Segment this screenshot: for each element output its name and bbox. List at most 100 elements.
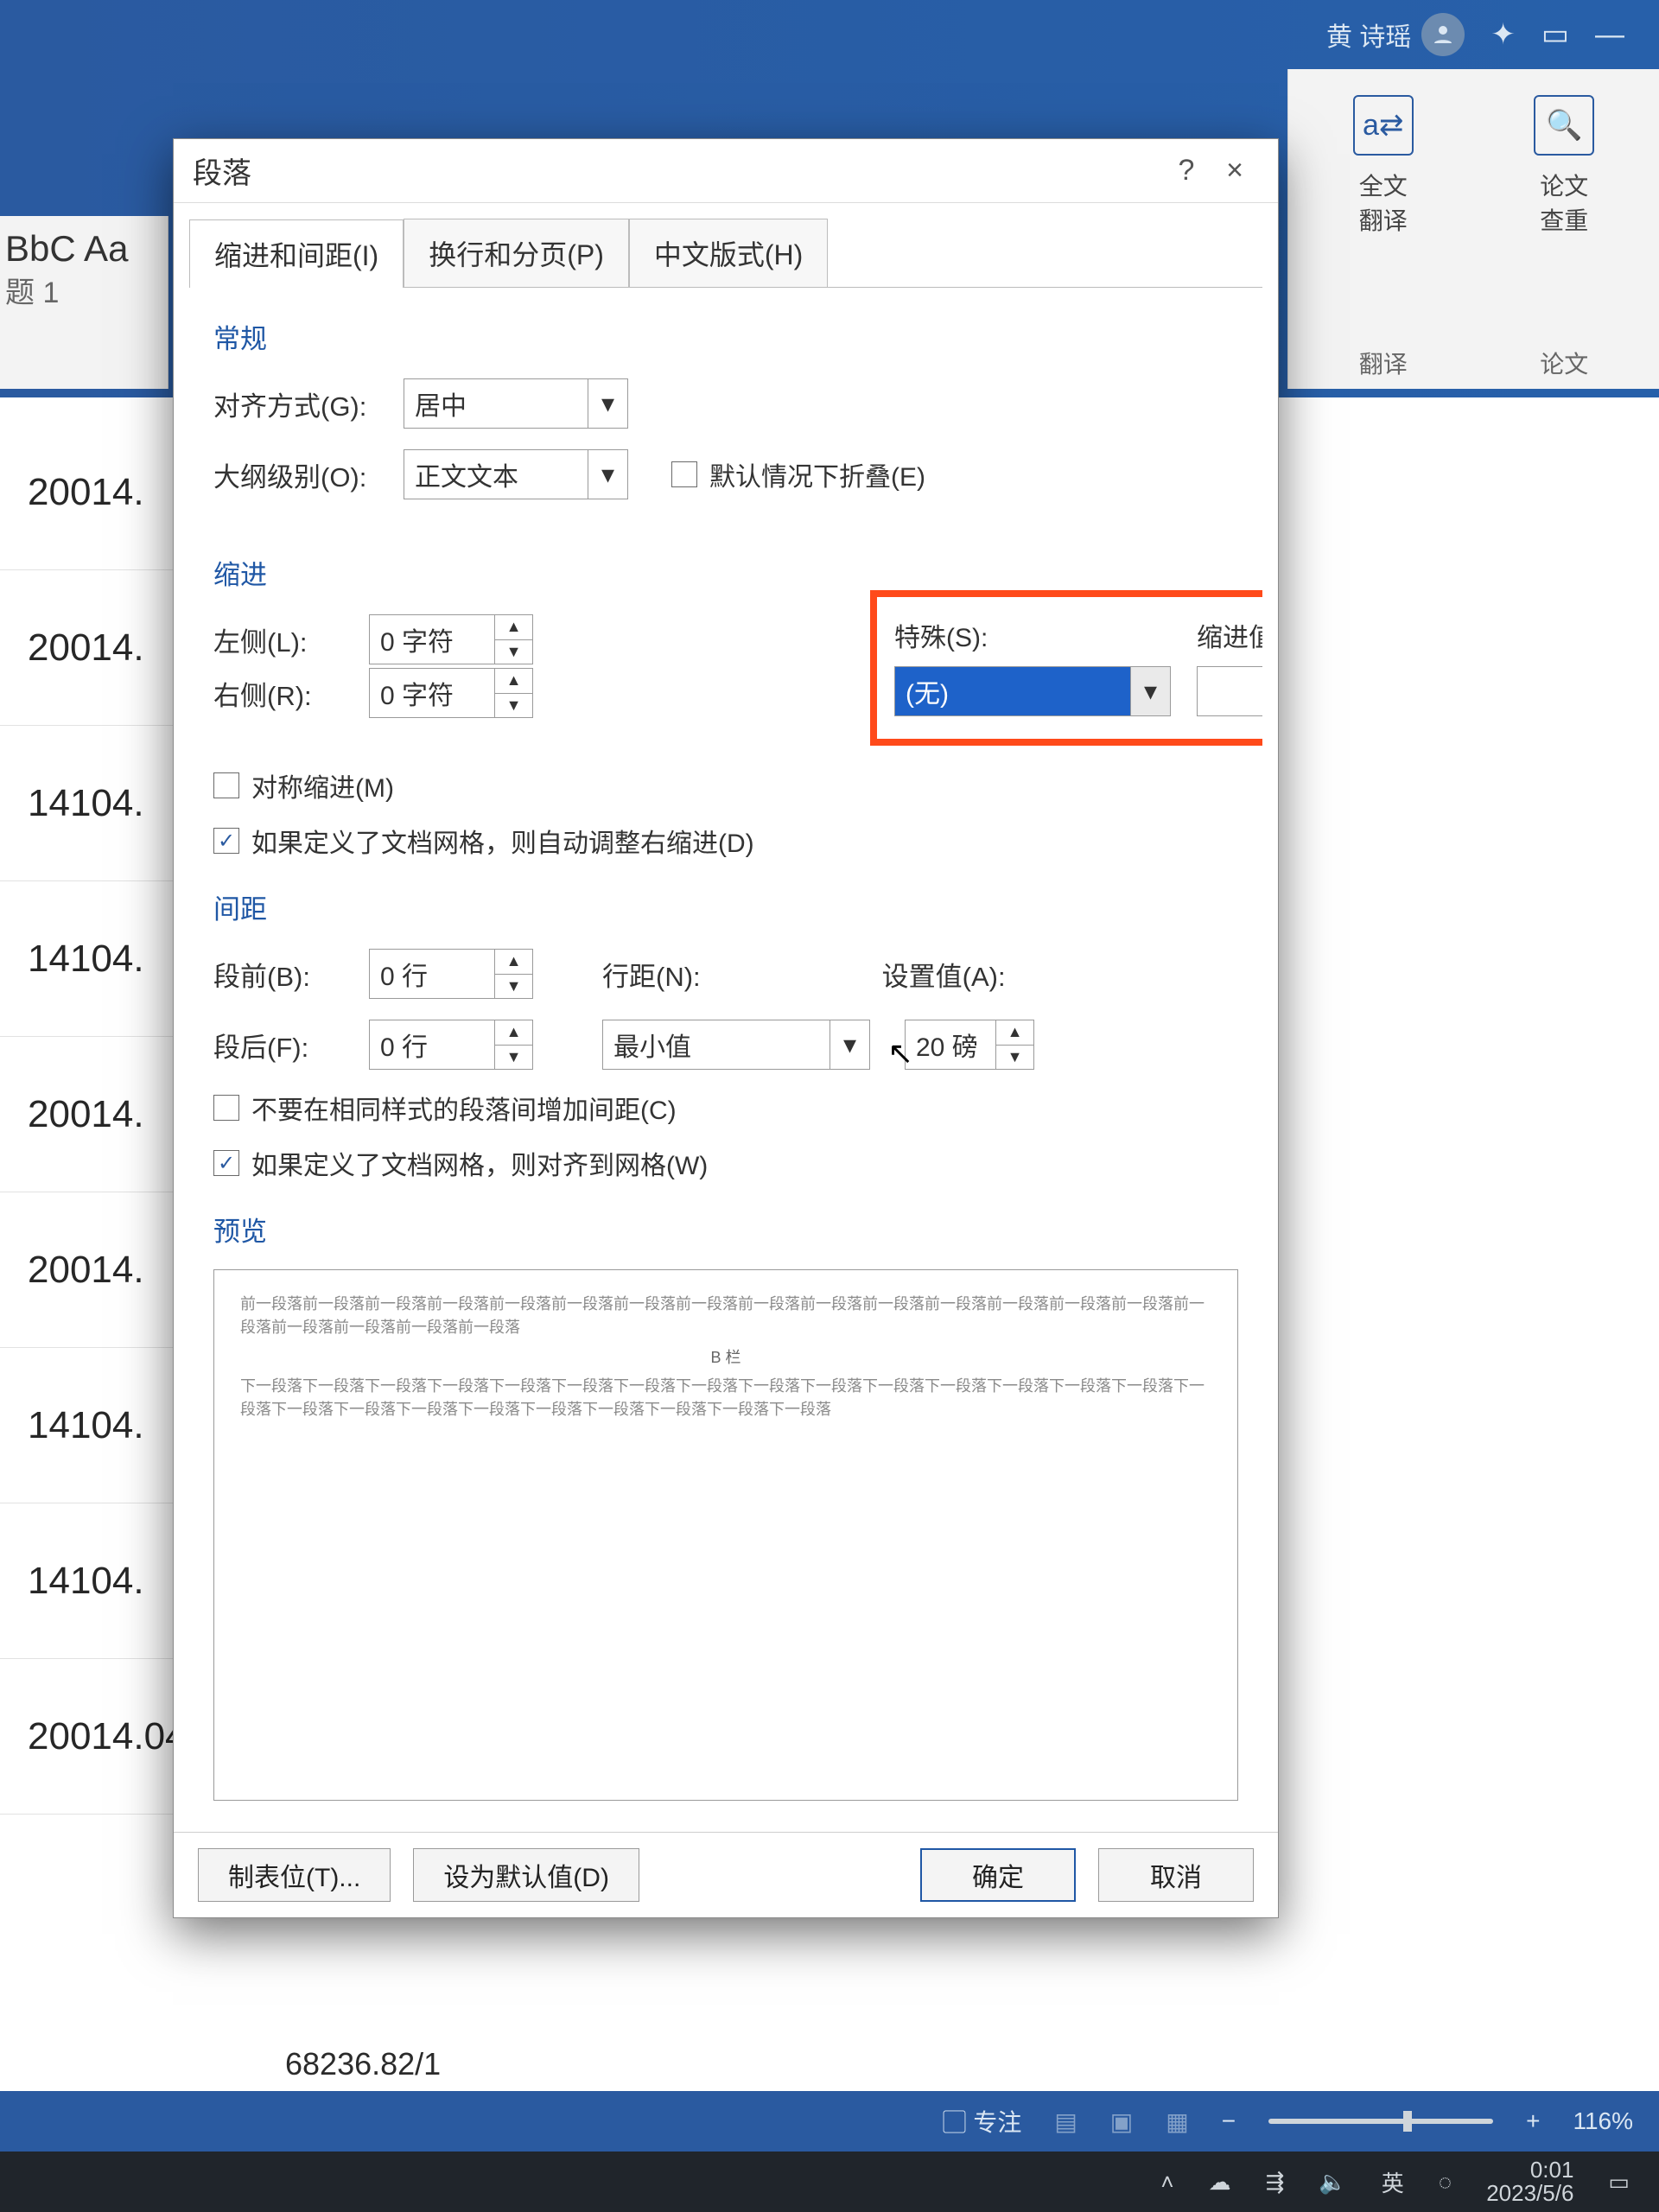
chevron-down-icon: ▾ — [830, 1020, 869, 1069]
tab-line-page-breaks[interactable]: 换行和分页(P) — [404, 219, 629, 287]
set-default-button[interactable]: 设为默认值(D) — [413, 1848, 639, 1902]
section-preview: 预览 — [213, 1210, 1238, 1249]
checkbox-icon — [671, 461, 697, 487]
status-bar: ▢ 专注 ▤ ▣ ▦ − + 116% — [0, 2091, 1659, 2152]
mirror-indent-checkbox[interactable]: 对称缩进(M) — [213, 766, 1238, 804]
clock-date: 2023/5/6 — [1486, 2182, 1573, 2205]
space-before-value: 0 行 — [370, 950, 494, 998]
collapse-checkbox[interactable]: 默认情况下折叠(E) — [671, 455, 925, 493]
window-layout-icon[interactable]: ▭ — [1541, 17, 1569, 52]
ribbon-right: a⇄ 全文 翻译 翻译 🔍 论文 查重 论文 — [1287, 69, 1659, 389]
space-after-spinner[interactable]: 0 行 ▲▼ — [369, 1020, 533, 1070]
cancel-button[interactable]: 取消 — [1098, 1848, 1254, 1902]
tray-cloud-icon[interactable]: ☁ — [1209, 2169, 1231, 2196]
spinner-down-icon[interactable]: ▼ — [495, 694, 532, 718]
zoom-level[interactable]: 116% — [1573, 2107, 1633, 2135]
outline-select[interactable]: 正文文本 ▾ — [404, 449, 628, 499]
table-row[interactable]: 20014.04 — [0, 1659, 173, 1815]
dialog-panel: 常规 对齐方式(G): 居中 ▾ 大纲级别(O): 正文文本 ▾ 默认情况下折叠… — [189, 287, 1262, 1816]
at-value: 20 磅 — [906, 1020, 995, 1069]
tray-chevron-icon[interactable]: ˄ — [1160, 2169, 1173, 2196]
outline-label: 大纲级别(O): — [213, 455, 386, 494]
zoom-out-button[interactable]: − — [1222, 2107, 1236, 2135]
zoom-slider[interactable] — [1268, 2119, 1493, 2124]
indent-left-value: 0 字符 — [370, 615, 494, 664]
table-row[interactable]: 20014. — [0, 570, 173, 726]
minimize-icon[interactable]: — — [1595, 18, 1624, 52]
checkbox-checked-icon — [213, 828, 239, 854]
taskbar: ˄ ☁ ⇶ 🔈 英 ◌ 0:01 2023/5/6 ▭ — [0, 2152, 1659, 2212]
no-same-style-space-checkbox[interactable]: 不要在相同样式的段落间增加间距(C) — [213, 1089, 1238, 1127]
style-sample: BbC Aa — [5, 225, 168, 274]
indent-left-spinner[interactable]: 0 字符 ▲▼ — [369, 614, 533, 664]
tray-wifi-icon[interactable]: ⇶ — [1266, 2169, 1285, 2196]
view-print-icon[interactable]: ▤ — [1054, 2107, 1077, 2136]
table-row[interactable]: 14104. — [0, 1348, 173, 1503]
taskbar-clock[interactable]: 0:01 2023/5/6 — [1486, 2158, 1573, 2206]
grid-indent-checkbox[interactable]: 如果定义了文档网格，则自动调整右缩进(D) — [213, 822, 1238, 860]
spinner-up-icon[interactable]: ▲ — [495, 615, 532, 640]
tab-indent-spacing[interactable]: 缩进和间距(I) — [189, 219, 404, 288]
special-value: (无) — [906, 672, 949, 710]
help-button[interactable]: ? — [1162, 154, 1211, 188]
tab-asian-typography[interactable]: 中文版式(H) — [629, 219, 828, 287]
spinner-down-icon[interactable]: ▼ — [996, 1046, 1033, 1070]
special-select[interactable]: (无) ▾ — [894, 666, 1171, 716]
notifications-icon[interactable]: ▭ — [1608, 2169, 1630, 2196]
spinner-down-icon[interactable]: ▼ — [495, 640, 532, 664]
checkbox-icon — [213, 772, 239, 798]
spinner-up-icon[interactable]: ▲ — [996, 1020, 1033, 1046]
style-name: 题 1 — [5, 274, 168, 314]
spinner-up-icon[interactable]: ▲ — [495, 669, 532, 694]
titlebar: 黄 诗瑶 ✦ ▭ — — [0, 0, 1659, 69]
account-button[interactable]: 黄 诗瑶 — [1326, 13, 1465, 56]
tray-volume-icon[interactable]: 🔈 — [1319, 2169, 1346, 2196]
sum-value: 68236.82/1 — [285, 2046, 441, 2082]
translate-button[interactable]: a⇄ 全文 翻译 翻译 — [1297, 95, 1470, 380]
alignment-select[interactable]: 居中 ▾ — [404, 378, 628, 429]
at-spinner[interactable]: 20 磅 ▲▼ — [905, 1020, 1034, 1070]
grid-align-checkbox[interactable]: 如果定义了文档网格，则对齐到网格(W) — [213, 1144, 1238, 1182]
line-spacing-select[interactable]: 最小值 ▾ — [602, 1020, 870, 1070]
megaphone-icon[interactable]: ✦ — [1491, 17, 1516, 52]
indent-by-spinner[interactable]: ▲▼ — [1197, 666, 1262, 716]
alignment-value: 居中 — [415, 385, 467, 423]
table-row[interactable]: 14104. — [0, 881, 173, 1037]
plagiarism-button[interactable]: 🔍 论文 查重 论文 — [1478, 95, 1651, 380]
view-web-icon[interactable]: ▦ — [1166, 2107, 1188, 2136]
space-before-spinner[interactable]: 0 行 ▲▼ — [369, 949, 533, 999]
plagiarism-label: 论文 查重 — [1540, 168, 1588, 237]
spinner-up-icon[interactable]: ▲ — [495, 1020, 532, 1046]
ribbon-group-paper: 论文 — [1540, 346, 1588, 380]
plagiarism-icon: 🔍 — [1534, 95, 1594, 156]
close-button[interactable]: × — [1211, 154, 1259, 188]
tray-ime-icon[interactable]: 英 — [1382, 2166, 1404, 2198]
focus-mode-button[interactable]: ▢ 专注 — [943, 2104, 1022, 2139]
table-row[interactable]: 20014. — [0, 1037, 173, 1192]
tray-chat-icon[interactable]: ◌ — [1439, 2169, 1452, 2196]
spinner-down-icon[interactable]: ▼ — [495, 1046, 532, 1070]
table-row[interactable]: 20014. — [0, 1192, 173, 1348]
at-label: 设置值(A): — [882, 955, 1006, 994]
table-row[interactable]: 14104. — [0, 1503, 173, 1659]
space-after-value: 0 行 — [370, 1020, 494, 1069]
collapse-label: 默认情况下折叠(E) — [709, 455, 925, 493]
spinner-down-icon[interactable]: ▼ — [495, 975, 532, 999]
zoom-in-button[interactable]: + — [1526, 2107, 1540, 2135]
table-row[interactable]: 20014. — [0, 415, 173, 570]
line-spacing-label: 行距(N): — [602, 955, 701, 994]
dialog-titlebar[interactable]: 段落 ? × — [174, 139, 1278, 203]
spinner-up-icon[interactable]: ▲ — [495, 950, 532, 975]
section-indent: 缩进 — [213, 553, 1238, 592]
space-after-label: 段后(F): — [213, 1026, 352, 1065]
translate-icon: a⇄ — [1353, 95, 1414, 156]
indent-right-spinner[interactable]: 0 字符 ▲▼ — [369, 668, 533, 718]
indent-right-label: 右侧(R): — [213, 674, 352, 713]
style-gallery-peek[interactable]: BbC Aa 题 1 — [0, 216, 168, 389]
translate-label: 全文 翻译 — [1359, 168, 1408, 237]
ok-button[interactable]: 确定 — [920, 1848, 1076, 1902]
tabs-button[interactable]: 制表位(T)... — [198, 1848, 391, 1902]
table-row[interactable]: 14104. — [0, 726, 173, 881]
indent-by-label: 缩进值(Y): — [1197, 616, 1262, 654]
view-read-icon[interactable]: ▣ — [1110, 2107, 1133, 2136]
